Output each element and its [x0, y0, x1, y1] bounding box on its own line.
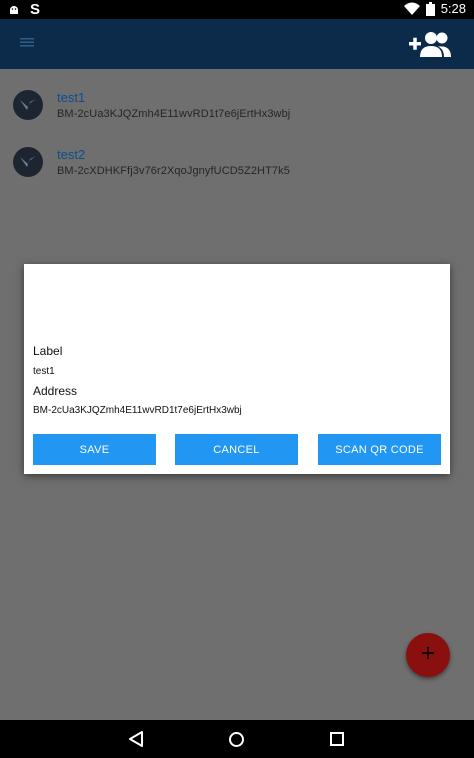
contact-address: BM-2cUa3KJQZmh4E11wvRD1t7e6jErtHx3wbj: [57, 108, 291, 120]
app-toolbar: [0, 19, 474, 69]
add-group-icon[interactable]: [408, 29, 452, 59]
plus-icon: [421, 646, 435, 665]
status-bar: S 5:28: [0, 0, 474, 19]
home-icon[interactable]: [228, 731, 245, 753]
system-nav-bar: [0, 720, 474, 758]
label-heading: Label: [33, 344, 63, 358]
s-app-icon: S: [30, 1, 41, 18]
add-fab-button[interactable]: [406, 633, 450, 677]
label-value[interactable]: test1: [33, 366, 55, 377]
hamburger-icon[interactable]: [18, 35, 36, 49]
scan-qr-code-button[interactable]: SCAN QR CODE: [318, 434, 441, 465]
back-icon[interactable]: [128, 731, 144, 752]
contact-name: test1: [57, 90, 86, 105]
edit-contact-dialog: Label test1 Address BM-2cUa3KJQZmh4E11wv…: [24, 264, 450, 474]
status-time: 5:28: [440, 1, 466, 16]
battery-icon: [425, 1, 435, 16]
address-value[interactable]: BM-2cUa3KJQZmh4E11wvRD1t7e6jErtHx3wbj: [33, 405, 242, 416]
wifi-icon: [403, 2, 420, 15]
save-button[interactable]: SAVE: [33, 434, 156, 465]
contact-name: test2: [57, 147, 86, 162]
recents-icon[interactable]: [330, 732, 344, 751]
contact-row[interactable]: test2 BM-2cXDHKFfj3v76r2XqoJgnyfUCD5Z2HT…: [0, 147, 474, 197]
avatar: [13, 147, 43, 177]
address-heading: Address: [33, 384, 78, 398]
avatar: [13, 90, 43, 120]
contact-row[interactable]: test1 BM-2cUa3KJQZmh4E11wvRD1t7e6jErtHx3…: [0, 90, 474, 140]
android-icon: [8, 4, 20, 16]
cancel-button[interactable]: CANCEL: [175, 434, 298, 465]
contact-address: BM-2cXDHKFfj3v76r2XqoJgnyfUCD5Z2HT7k5: [57, 165, 290, 177]
